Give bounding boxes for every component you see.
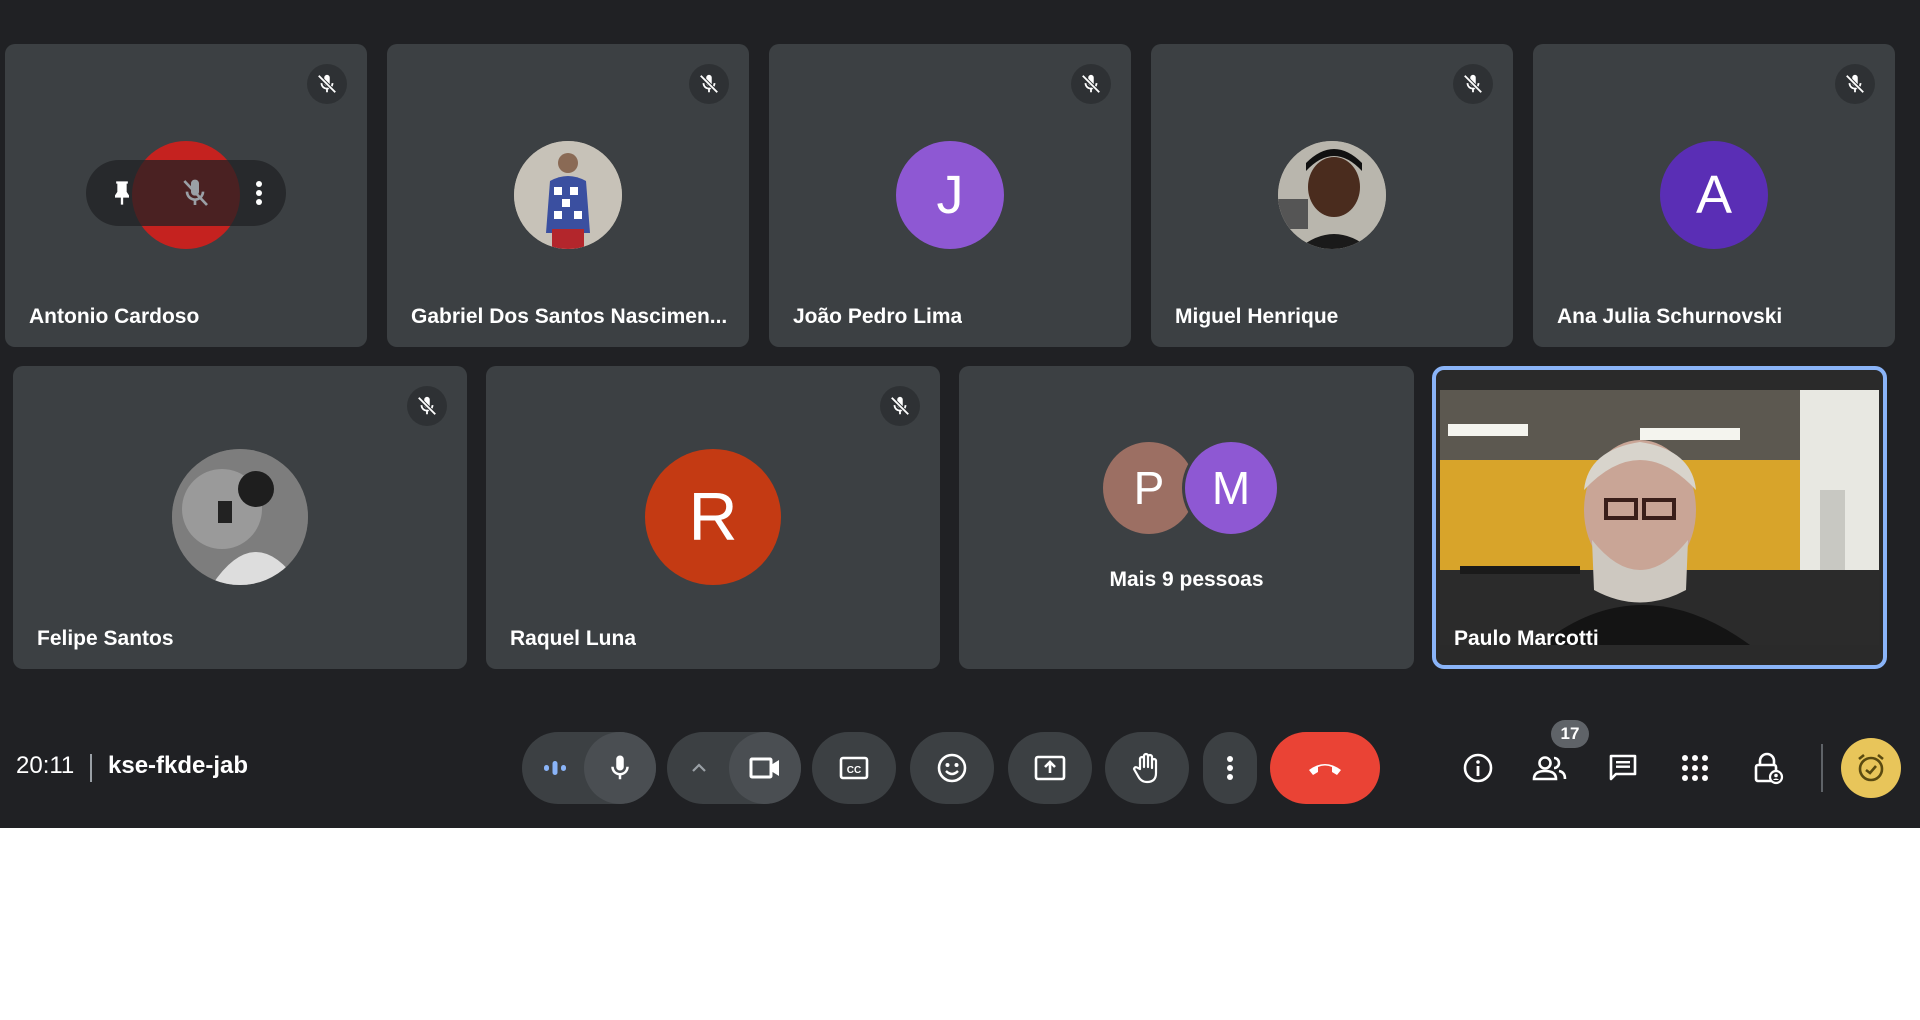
avatar: J bbox=[896, 141, 1004, 249]
people-button[interactable] bbox=[1522, 742, 1578, 794]
mic-off-icon bbox=[689, 64, 729, 104]
audio-level-icon bbox=[542, 756, 568, 780]
participant-tile[interactable]: Miguel Henrique bbox=[1151, 44, 1513, 347]
meeting-code[interactable]: kse-fkde-jab bbox=[108, 752, 248, 780]
participant-tile[interactable]: J João Pedro Lima bbox=[769, 44, 1131, 347]
chat-button[interactable] bbox=[1595, 742, 1651, 794]
tile-hover-controls bbox=[86, 160, 286, 226]
mic-off-icon bbox=[1835, 64, 1875, 104]
timer-icon bbox=[1854, 751, 1888, 785]
people-count-badge: 17 bbox=[1551, 720, 1589, 748]
hang-up-icon bbox=[1306, 758, 1344, 778]
pin-icon[interactable] bbox=[108, 178, 136, 208]
present-button[interactable] bbox=[1008, 732, 1092, 804]
avatar: M bbox=[1182, 439, 1280, 537]
participant-name: Paulo Marcotti bbox=[1454, 627, 1599, 650]
more-vert-icon[interactable] bbox=[254, 180, 264, 206]
svg-text:CC: CC bbox=[847, 765, 861, 776]
meeting-time: 20:11 bbox=[16, 752, 75, 779]
camera-icon bbox=[748, 753, 782, 783]
participant-tile[interactable]: Antonio Cardoso bbox=[5, 44, 367, 347]
host-controls-icon bbox=[1752, 751, 1784, 785]
participant-name: Felipe Santos bbox=[37, 627, 174, 650]
participant-name: Gabriel Dos Santos Nascimen... bbox=[411, 305, 728, 328]
present-icon bbox=[1033, 753, 1067, 783]
participant-tile[interactable]: R Raquel Luna bbox=[486, 366, 940, 669]
camera-group bbox=[667, 732, 801, 804]
participant-name: João Pedro Lima bbox=[793, 305, 963, 328]
participant-name: Miguel Henrique bbox=[1175, 305, 1339, 328]
meeting-details-button[interactable] bbox=[1450, 742, 1506, 794]
avatar bbox=[514, 141, 622, 249]
others-tile[interactable]: P M Mais 9 pessoas bbox=[959, 366, 1414, 669]
avatar: A bbox=[1660, 141, 1768, 249]
captions-icon: CC bbox=[838, 754, 870, 782]
mic-off-icon bbox=[1071, 64, 1111, 104]
meet-window: Antonio Cardoso Gabriel Dos Santos Nasci… bbox=[0, 0, 1920, 828]
participant-name: Raquel Luna bbox=[510, 627, 637, 650]
more-vert-icon bbox=[1226, 755, 1234, 781]
emoji-button[interactable] bbox=[910, 732, 994, 804]
divider bbox=[1821, 744, 1823, 792]
host-controls-button[interactable] bbox=[1740, 742, 1796, 794]
raise-hand-icon bbox=[1132, 751, 1162, 785]
chat-icon bbox=[1607, 752, 1639, 784]
participant-tile[interactable]: Gabriel Dos Santos Nascimen... bbox=[387, 44, 749, 347]
mic-off-icon[interactable] bbox=[179, 177, 211, 209]
mic-group bbox=[522, 732, 656, 804]
divider bbox=[90, 754, 92, 782]
participant-name: Antonio Cardoso bbox=[29, 305, 200, 328]
mic-off-icon bbox=[307, 64, 347, 104]
chevron-up-icon[interactable] bbox=[689, 758, 709, 778]
mic-button[interactable] bbox=[584, 732, 656, 804]
emoji-icon bbox=[936, 752, 968, 784]
mic-icon bbox=[605, 752, 635, 784]
activities-button[interactable] bbox=[1667, 742, 1723, 794]
mic-off-icon bbox=[880, 386, 920, 426]
avatar bbox=[1278, 141, 1386, 249]
avatar bbox=[172, 449, 308, 585]
video-feed bbox=[1440, 390, 1879, 645]
people-icon bbox=[1532, 753, 1568, 783]
captions-button[interactable]: CC bbox=[812, 732, 896, 804]
mic-off-icon bbox=[407, 386, 447, 426]
camera-button[interactable] bbox=[729, 732, 801, 804]
avatar: R bbox=[645, 449, 781, 585]
timer-button[interactable] bbox=[1841, 738, 1901, 798]
participant-tile[interactable]: A Ana Julia Schurnovski bbox=[1533, 44, 1895, 347]
leave-call-button[interactable] bbox=[1270, 732, 1380, 804]
more-options-button[interactable] bbox=[1203, 732, 1257, 804]
raise-hand-button[interactable] bbox=[1105, 732, 1189, 804]
mic-off-icon bbox=[1453, 64, 1493, 104]
participant-tile[interactable]: Felipe Santos bbox=[13, 366, 467, 669]
apps-icon bbox=[1680, 753, 1710, 783]
info-icon bbox=[1462, 752, 1494, 784]
participant-name: Ana Julia Schurnovski bbox=[1557, 305, 1783, 328]
participant-tile-active-speaker[interactable]: Paulo Marcotti bbox=[1432, 366, 1887, 669]
others-label: Mais 9 pessoas bbox=[1109, 568, 1264, 591]
